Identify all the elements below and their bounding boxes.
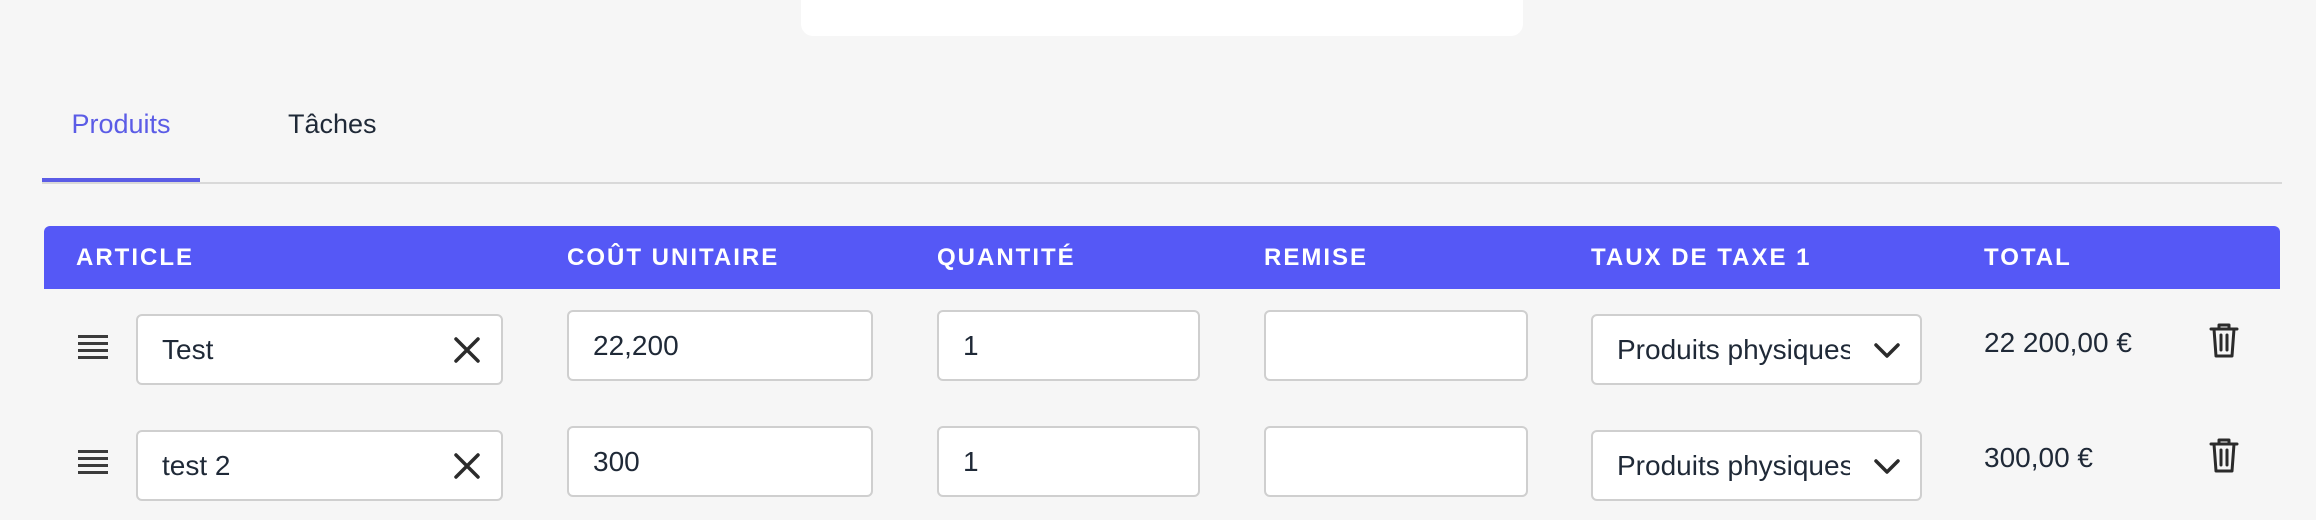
summary-card [801, 0, 1523, 36]
chevron-down-icon[interactable] [1872, 338, 1902, 362]
table-row: Test Produits physiques 22 200,00 € [44, 293, 2280, 405]
trash-icon[interactable] [2208, 436, 2240, 474]
tax-rate-value: Produits physiques [1617, 334, 1850, 365]
tax-rate-value: Produits physiques [1617, 450, 1850, 481]
tab-bar: Produits Tâches [42, 88, 2282, 184]
column-header-quantity: QUANTITÉ [937, 244, 1076, 271]
article-field[interactable]: Test [136, 314, 503, 385]
quantity-input[interactable] [937, 426, 1200, 497]
article-value: test 2 [162, 450, 231, 481]
table-row: test 2 Produits physiques 300,00 € [44, 408, 2280, 520]
tax-rate-select[interactable]: Produits physiques [1591, 430, 1922, 501]
column-header-unit-cost: COÛT UNITAIRE [567, 244, 780, 271]
article-value: Test [162, 334, 214, 365]
column-header-discount: REMISE [1264, 244, 1369, 271]
tab-tasks[interactable]: Tâches [288, 88, 448, 180]
chevron-down-icon[interactable] [1872, 454, 1902, 478]
tax-rate-select[interactable]: Produits physiques [1591, 314, 1922, 385]
unit-cost-input[interactable] [567, 310, 873, 381]
line-total: 300,00 € [1984, 442, 2093, 473]
line-total: 22 200,00 € [1984, 327, 2132, 358]
drag-handle-icon[interactable] [78, 450, 108, 474]
items-table-header: ARTICLE COÛT UNITAIRE QUANTITÉ REMISE TA… [44, 226, 2280, 289]
column-header-tax-rate: TAUX DE TAXE 1 [1591, 244, 1812, 271]
close-icon[interactable] [451, 334, 483, 366]
tab-products[interactable]: Produits [42, 88, 200, 182]
column-header-total: TOTAL [1984, 244, 2072, 271]
trash-icon[interactable] [2208, 321, 2240, 359]
close-icon[interactable] [451, 450, 483, 482]
quantity-input[interactable] [937, 310, 1200, 381]
discount-input[interactable] [1264, 310, 1528, 381]
discount-input[interactable] [1264, 426, 1528, 497]
article-field[interactable]: test 2 [136, 430, 503, 501]
drag-handle-icon[interactable] [78, 335, 108, 359]
unit-cost-input[interactable] [567, 426, 873, 497]
column-header-article: ARTICLE [76, 244, 194, 271]
